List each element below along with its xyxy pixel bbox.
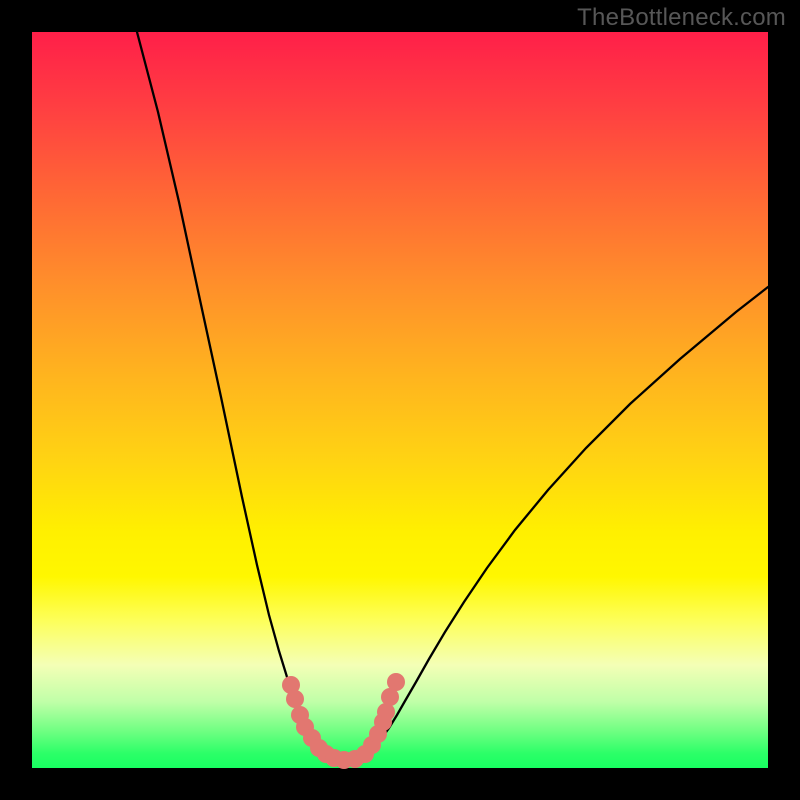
chart-frame: TheBottleneck.com <box>0 0 800 800</box>
marker-dots <box>282 673 405 769</box>
plot-area <box>32 32 768 768</box>
marker-dot <box>286 690 304 708</box>
marker-dot <box>387 673 405 691</box>
chart-svg <box>32 32 768 768</box>
left-curve <box>137 32 342 761</box>
watermark-text: TheBottleneck.com <box>577 4 786 32</box>
right-curve <box>342 287 768 761</box>
